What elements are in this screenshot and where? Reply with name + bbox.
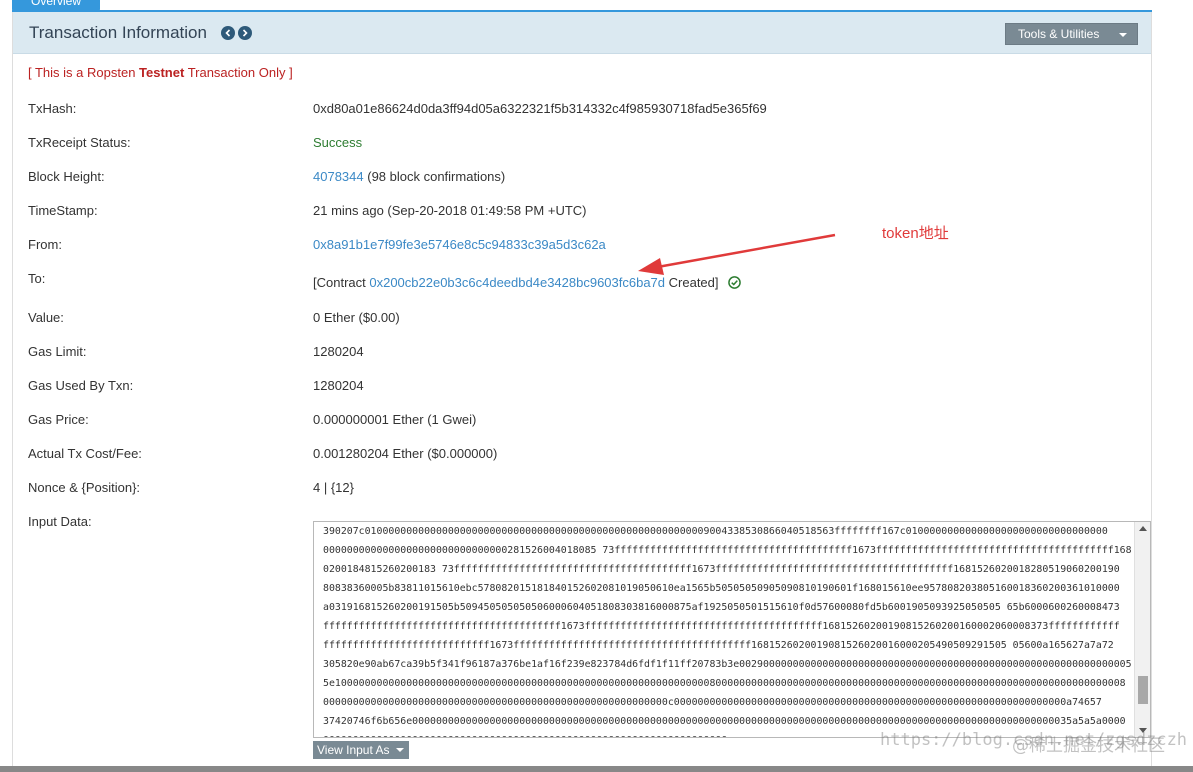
fee-label: Actual Tx Cost/Fee: bbox=[28, 446, 142, 461]
bottom-scrollbar bbox=[0, 766, 1193, 772]
to-label: To: bbox=[28, 271, 46, 286]
chevron-down-icon bbox=[1119, 33, 1127, 37]
annotation-text: token地址 bbox=[882, 225, 949, 242]
view-input-as-label: View Input As bbox=[317, 743, 390, 757]
scroll-up-icon[interactable] bbox=[1139, 526, 1147, 531]
input-data-text: 390207c010000000000000000000000000000000… bbox=[323, 526, 1131, 737]
value-label: Value: bbox=[28, 310, 64, 325]
gas-used-value: 1280204 bbox=[313, 378, 364, 393]
from-label: From: bbox=[28, 237, 62, 252]
annotation-arrow bbox=[638, 233, 836, 275]
block-link[interactable]: 4078344 bbox=[313, 169, 364, 184]
from-address-link[interactable]: 0x8a91b1e7f99fe3e5746e8c5c94833c39a5d3c6… bbox=[313, 237, 606, 252]
txhash-value: 0xd80a01e86624d0da3ff94d05a6322321f5b314… bbox=[313, 101, 767, 116]
previous-tx-icon[interactable] bbox=[221, 26, 235, 40]
value-value: 0 Ether ($0.00) bbox=[313, 310, 400, 325]
block-height-label: Block Height: bbox=[28, 169, 105, 184]
view-input-as-button[interactable]: View Input As bbox=[313, 741, 409, 759]
watermark-2: @稀土掘金技术社区 bbox=[1012, 736, 1165, 756]
nonce-value: 4 | {12} bbox=[313, 480, 354, 495]
input-data-textarea[interactable]: 390207c010000000000000000000000000000000… bbox=[313, 521, 1151, 738]
tx-nav bbox=[221, 26, 252, 40]
nonce-label: Nonce & {Position}: bbox=[28, 480, 141, 495]
chevron-down-icon bbox=[396, 748, 404, 752]
block-height-value: 4078344 (98 block confirmations) bbox=[313, 169, 506, 184]
timestamp-label: TimeStamp: bbox=[28, 203, 98, 218]
tools-utilities-label: Tools & Utilities bbox=[1018, 27, 1100, 41]
input-data-label: Input Data: bbox=[28, 514, 92, 529]
status-label: TxReceipt Status: bbox=[28, 135, 131, 150]
tools-utilities-button[interactable]: Tools & Utilities bbox=[1005, 23, 1138, 45]
scroll-thumb[interactable] bbox=[1138, 676, 1148, 704]
contract-address-link[interactable]: 0x200cb22e0b3c6c4deedbd4e3428bc9603fc6ba… bbox=[369, 275, 665, 290]
gas-limit-label: Gas Limit: bbox=[28, 344, 87, 359]
fee-value: 0.001280204 Ether ($0.000000) bbox=[313, 446, 498, 461]
testnet-notice: [ This is a Ropsten Testnet Transaction … bbox=[28, 65, 293, 80]
gas-price-label: Gas Price: bbox=[28, 412, 89, 427]
page-title: Transaction Information bbox=[29, 23, 207, 42]
txhash-label: TxHash: bbox=[28, 101, 77, 116]
timestamp-value: 21 mins ago (Sep-20-2018 01:49:58 PM +UT… bbox=[313, 203, 587, 218]
next-tx-icon[interactable] bbox=[238, 26, 252, 40]
gas-price-value: 0.000000001 Ether (1 Gwei) bbox=[313, 412, 477, 427]
status-value: Success bbox=[313, 135, 363, 150]
gas-limit-value: 1280204 bbox=[313, 344, 364, 359]
panel-header: Transaction Information Tools & Utilitie… bbox=[13, 12, 1151, 54]
gas-used-label: Gas Used By Txn: bbox=[28, 378, 134, 393]
input-scrollbar[interactable] bbox=[1134, 522, 1150, 737]
